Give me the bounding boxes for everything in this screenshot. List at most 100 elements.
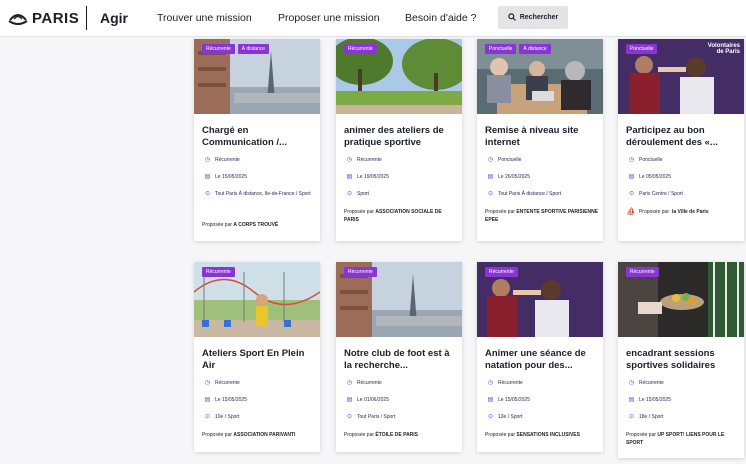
frequency-text: Récurrente	[639, 380, 664, 386]
mission-image: Récurrente	[477, 262, 603, 337]
mission-title[interactable]: Ateliers Sport En Plein Air	[202, 348, 314, 372]
proposed-by: Proposée par ÉTOILE DE PARIS	[344, 431, 458, 439]
organization-name: la Ville de Paris	[672, 209, 709, 215]
mission-image: Récurrente	[336, 39, 462, 114]
calendar-icon: ▤	[487, 397, 494, 403]
mission-frequency: ◷ Récurrente	[487, 379, 595, 387]
mission-date: ▤ Le 15/05/2025	[628, 396, 736, 404]
proposed-prefix: Proposée par	[638, 209, 669, 215]
clock-icon: ◷	[204, 157, 211, 163]
mission-card[interactable]: Récurrente animer des ateliers de pratiq…	[336, 39, 462, 241]
organization-name: SENSATIONS INCLUSIVES	[516, 432, 580, 438]
proposed-prefix: Proposée par	[485, 209, 516, 215]
mission-card[interactable]: Récurrente Notre club de foot est à la r…	[336, 262, 462, 452]
mission-location: ⊙ Tout Paris / Sport	[346, 413, 454, 421]
mission-location: ⊙ Tout Paris À distance / Sport	[487, 190, 595, 198]
mission-location: ⊙ Tout Paris À distance, Ile-de-France / …	[204, 190, 312, 198]
clock-icon: ◷	[628, 157, 635, 163]
map-pin-icon: ⊙	[628, 191, 635, 197]
mission-card[interactable]: Récurrente Animer une séance de natation…	[477, 262, 603, 452]
date-text: Le 15/05/2025	[215, 174, 247, 180]
card-tags: Récurrente	[202, 267, 235, 277]
mission-location: ⊙ Paris Centre / Sport	[628, 190, 736, 198]
proposed-by: Proposée par SENSATIONS INCLUSIVES	[485, 431, 599, 439]
proposed-prefix: Proposée par	[202, 222, 233, 228]
search-button[interactable]: Rechercher	[498, 6, 568, 29]
mission-title[interactable]: animer des ateliers de pratique sportive	[344, 125, 456, 149]
proposed-by: Proposée par ASSOCIATION PARIVANTI	[202, 431, 316, 439]
frequency-text: Récurrente	[215, 380, 240, 386]
proposed-prefix: Proposée par	[202, 432, 233, 438]
mission-card[interactable]: Récurrente Ateliers Sport En Plein Air ◷…	[194, 262, 320, 452]
proposed-by: Proposée par ENTENTE SPORTIVE PARISIENNE…	[485, 208, 599, 224]
mission-date: ▤ Le 19/05/2025	[346, 173, 454, 181]
organization-name: ASSOCIATION PARIVANTI	[233, 432, 296, 438]
mission-title[interactable]: Participez au bon déroulement des «...	[626, 125, 738, 149]
mission-title[interactable]: Remise à niveau site internet	[485, 125, 597, 149]
paris-logo[interactable]: PARIS	[7, 7, 79, 29]
nav-propose-mission[interactable]: Proposer une mission	[278, 12, 380, 24]
date-text: Le 19/05/2025	[357, 174, 389, 180]
calendar-icon: ▤	[346, 174, 353, 180]
mission-title[interactable]: Chargé en Communication /...	[202, 125, 314, 149]
card-tags: Récurrente	[626, 267, 659, 277]
nav-help[interactable]: Besoin d'aide ?	[405, 12, 476, 24]
mission-card[interactable]: Ponctuelle À distance Remise à niveau si…	[477, 39, 603, 241]
mission-image: Récurrente À distance	[194, 39, 320, 114]
date-text: Le 26/05/2025	[498, 174, 530, 180]
tag-badge: À distance	[519, 44, 551, 54]
location-text: 13e / Sport	[498, 414, 523, 420]
logo-text: PARIS	[32, 9, 80, 27]
clock-icon: ◷	[487, 157, 494, 163]
date-text: Le 15/05/2025	[215, 397, 247, 403]
mission-image: Récurrente	[194, 262, 320, 337]
mission-frequency: ◷ Récurrente	[346, 379, 454, 387]
frequency-text: Récurrente	[357, 157, 382, 163]
calendar-icon: ▤	[204, 174, 211, 180]
calendar-icon: ▤	[628, 174, 635, 180]
proposed-by: Proposée par UP SPORT! LIENS POUR LE SPO…	[626, 431, 740, 447]
calendar-icon: ▤	[628, 397, 635, 403]
mission-location: ⊙ 10e / Sport	[204, 413, 312, 421]
nav-find-mission[interactable]: Trouver une mission	[157, 12, 252, 24]
mission-card[interactable]: Récurrente encadrant sessions sportives …	[618, 262, 744, 458]
date-text: Le 05/05/2025	[639, 174, 671, 180]
date-text: Le 15/05/2025	[639, 397, 671, 403]
mission-location: ⊙ 18e / Sport	[628, 413, 736, 421]
mission-title[interactable]: Animer une séance de natation pour des..…	[485, 348, 597, 372]
card-tags: Récurrente À distance	[202, 44, 270, 54]
proposed-prefix: Proposée par	[626, 432, 657, 438]
map-pin-icon: ⊙	[346, 414, 353, 420]
calendar-icon: ▤	[487, 174, 494, 180]
map-pin-icon: ⊙	[204, 414, 211, 420]
paris-ship-icon: ⛵	[626, 207, 636, 216]
mission-date: ▤ Le 01/06/2025	[346, 396, 454, 404]
organization-name: A CORPS TROUVÉ	[233, 222, 279, 228]
tag-badge: Récurrente	[626, 267, 659, 277]
section-title[interactable]: Agir	[100, 10, 128, 26]
search-label: Rechercher	[519, 14, 559, 21]
location-text: 10e / Sport	[215, 414, 240, 420]
map-pin-icon: ⊙	[487, 414, 494, 420]
location-text: Sport	[357, 191, 369, 197]
mission-frequency: ◷ Ponctuelle	[487, 156, 595, 164]
proposed-by: Proposée par ASSOCIATION SOCIALE DE PARI…	[344, 208, 458, 224]
date-text: Le 15/05/2025	[498, 397, 530, 403]
mission-card[interactable]: Ponctuelle Volontaires de Paris Particip…	[618, 39, 744, 241]
paris-ship-icon	[7, 9, 29, 27]
mission-title[interactable]: encadrant sessions sportives solidaires	[626, 348, 738, 372]
mission-date: ▤ Le 05/05/2025	[628, 173, 736, 181]
map-pin-icon: ⊙	[346, 191, 353, 197]
mission-card[interactable]: Récurrente À distance Chargé en Communic…	[194, 39, 320, 241]
date-text: Le 01/06/2025	[357, 397, 389, 403]
mission-title[interactable]: Notre club de foot est à la recherche...	[344, 348, 456, 372]
mission-date: ▤ Le 15/05/2025	[204, 173, 312, 181]
mission-location: ⊙ 13e / Sport	[487, 413, 595, 421]
frequency-text: Récurrente	[498, 380, 523, 386]
card-tags: Récurrente	[344, 44, 377, 54]
frequency-text: Ponctuelle	[498, 157, 522, 163]
mission-date: ▤ Le 15/05/2025	[487, 396, 595, 404]
card-tags: Récurrente	[344, 267, 377, 277]
frequency-text: Ponctuelle	[639, 157, 663, 163]
volunteers-watermark: Volontaires de Paris	[707, 43, 740, 55]
